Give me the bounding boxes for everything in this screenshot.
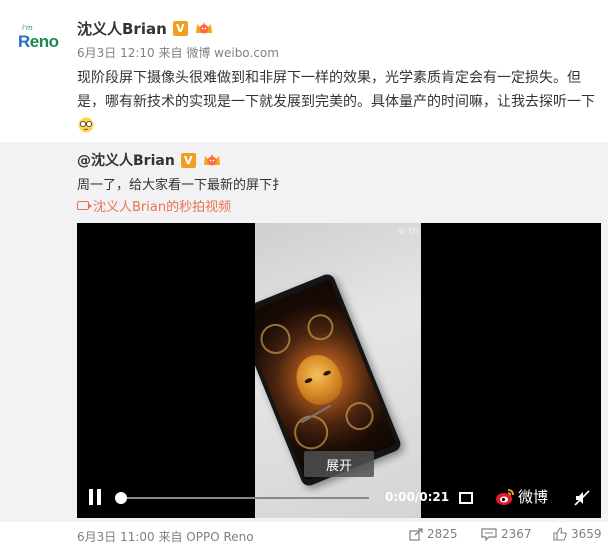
- repost-text: 周一了，给大家看一下最新的屏下扌: [77, 178, 286, 193]
- forward-icon: [409, 527, 423, 541]
- member-crown-icon[interactable]: [202, 152, 222, 168]
- repost-footer: 6月3日 11:00 来自 OPPO Reno 2825 2367 3659: [0, 522, 608, 551]
- thumbs-up-icon: [553, 527, 567, 541]
- repost-meta[interactable]: 6月3日 11:00 来自 OPPO Reno: [77, 528, 254, 545]
- verified-icon[interactable]: V: [172, 20, 188, 36]
- comment-count: 2367: [501, 527, 532, 541]
- video-icon: [77, 201, 92, 210]
- video-controls: 0:00/0:21 微博: [77, 481, 601, 518]
- author-row: 沈义人Brian V: [77, 18, 214, 38]
- repost-author-row: @沈义人Brian V: [77, 150, 222, 170]
- source-prefix: 来自: [158, 46, 183, 60]
- avatar-tiny-text: i'm: [22, 24, 33, 32]
- comment-button[interactable]: 2367: [481, 527, 532, 541]
- weibo-post: i'm Reno 沈义人Brian V 6月3日 12:10 来自 微博 wei…: [0, 0, 608, 551]
- weibo-brand[interactable]: 微博: [495, 486, 548, 507]
- repost-author-name[interactable]: @沈义人Brian: [77, 150, 175, 170]
- expand-button[interactable]: 展开: [304, 451, 374, 477]
- avatar[interactable]: i'm Reno: [10, 22, 59, 70]
- repost-card: @沈义人Brian V 周一了，给大家看一下最新的屏下扌 沈义人Brian的秒拍…: [0, 142, 608, 522]
- author-name[interactable]: 沈义人Brian: [77, 18, 167, 39]
- forward-button[interactable]: 2825: [409, 527, 458, 541]
- video-player[interactable]: @飞行 展开 0:00/0:21 微博: [77, 223, 601, 518]
- progress-track[interactable]: [121, 497, 369, 499]
- post-source[interactable]: 微博 weibo.com: [186, 46, 279, 60]
- mute-icon[interactable]: [574, 490, 590, 506]
- post-meta: 6月3日 12:10 来自 微博 weibo.com: [77, 44, 279, 61]
- comment-icon: [481, 527, 497, 541]
- post-content: 现阶段屏下摄像头很难做到和非屏下一样的效果，光学素质肯定会有一定损失。但是，哪有…: [77, 66, 597, 138]
- video-time: 0:00/0:21: [385, 490, 450, 504]
- member-crown-icon[interactable]: [194, 20, 214, 36]
- video-link[interactable]: 沈义人Brian的秒拍视频: [77, 196, 231, 215]
- post-text: 现阶段屏下摄像头很难做到和非屏下一样的效果，光学素质肯定会有一定损失。但是，哪有…: [77, 70, 595, 110]
- video-link-label: 沈义人Brian的秒拍视频: [93, 200, 232, 215]
- glasses-emoji-icon: [78, 117, 94, 133]
- video-watermark: @飞行: [398, 227, 419, 235]
- like-count: 3659: [571, 527, 602, 541]
- fullscreen-icon[interactable]: [459, 492, 473, 504]
- progress-knob[interactable]: [115, 492, 127, 504]
- weibo-brand-label: 微博: [518, 488, 549, 506]
- weibo-logo-icon: [496, 488, 514, 505]
- post-date[interactable]: 6月3日 12:10: [77, 46, 155, 60]
- verified-icon[interactable]: V: [180, 152, 196, 168]
- pause-icon[interactable]: [89, 489, 101, 505]
- like-button[interactable]: 3659: [553, 527, 602, 541]
- forward-count: 2825: [427, 527, 458, 541]
- avatar-logo: Reno: [18, 32, 59, 51]
